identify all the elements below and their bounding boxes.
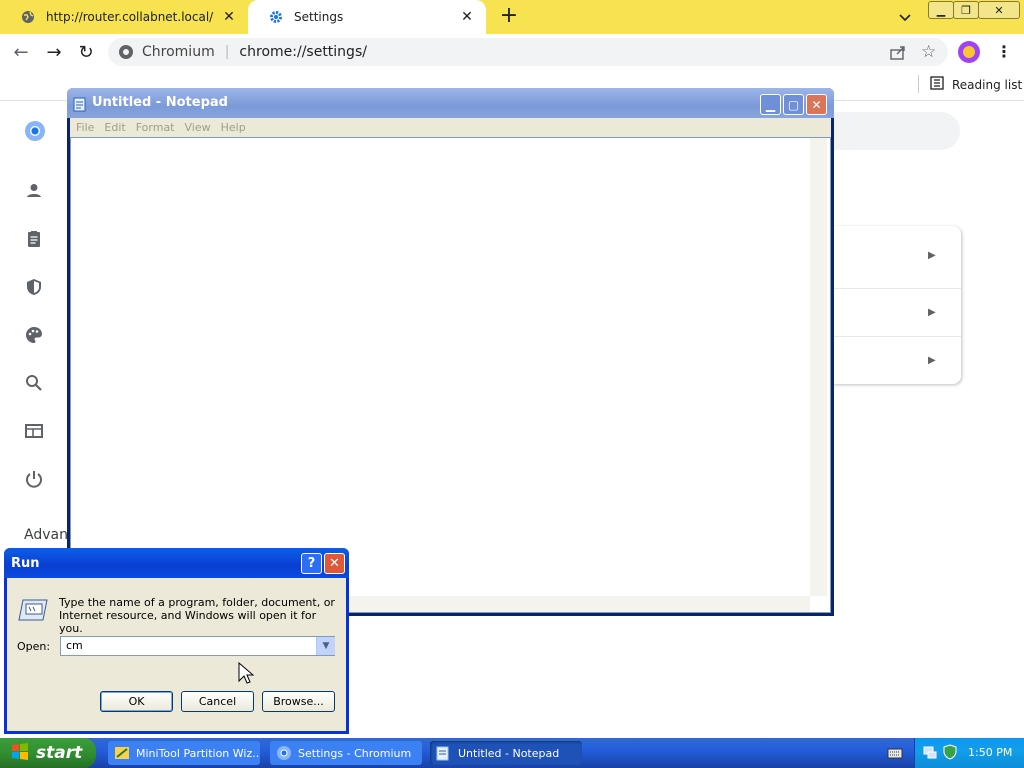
browser-window-icon[interactable] xyxy=(24,421,44,441)
gear-icon xyxy=(268,9,284,25)
mouse-cursor-icon xyxy=(238,661,255,689)
settings-card xyxy=(832,226,961,384)
browse-button[interactable]: Browse... xyxy=(262,691,335,712)
taskbar-item-label: Untitled - Notepad xyxy=(458,746,560,760)
chromium-logo-icon xyxy=(24,120,45,141)
autofill-icon[interactable] xyxy=(24,229,44,249)
open-input[interactable]: cm xyxy=(60,636,335,656)
reading-list-label: Reading list xyxy=(952,77,1023,92)
taskbar-item-label: MiniTool Partition Wiz... xyxy=(136,746,260,760)
notepad-icon xyxy=(73,96,87,115)
divider xyxy=(832,336,961,337)
close-button[interactable]: ✕ xyxy=(324,553,345,574)
reading-list-button[interactable]: Reading list xyxy=(930,76,1022,93)
minitool-icon xyxy=(114,745,130,761)
site-name: Chromium xyxy=(142,44,215,60)
help-button[interactable]: ? xyxy=(301,553,322,574)
reading-list-icon xyxy=(930,76,944,93)
start-button[interactable]: start xyxy=(0,738,96,768)
divider xyxy=(832,288,961,289)
back-icon[interactable]: ← xyxy=(10,41,32,63)
power-icon[interactable] xyxy=(24,469,44,489)
close-icon[interactable]: ✕ xyxy=(220,8,238,26)
shield-icon[interactable] xyxy=(24,277,44,297)
run-title: Run xyxy=(11,556,40,571)
taskbar-item-notepad[interactable]: Untitled - Notepad xyxy=(430,741,582,765)
reload-icon[interactable]: ↻ xyxy=(75,41,97,63)
chevron-down-icon[interactable] xyxy=(896,8,914,26)
bookmark-star-icon[interactable]: ☆ xyxy=(921,42,936,62)
clock: 1:50 PM xyxy=(968,746,1013,759)
taskbar-item-chromium[interactable]: Settings - Chromium xyxy=(270,741,422,765)
minimize-button[interactable]: ▁ xyxy=(928,1,954,19)
open-label: Open: xyxy=(17,640,51,653)
chromium-icon xyxy=(276,745,292,761)
menu-kebab-icon[interactable]: ⋮ xyxy=(996,42,1012,61)
search-icon[interactable] xyxy=(24,373,44,393)
notepad-window: Untitled - Notepad ▁ ▢ ✕ File Edit Forma… xyxy=(67,88,834,616)
menu-view[interactable]: View xyxy=(185,121,211,134)
cancel-button[interactable]: Cancel xyxy=(181,691,254,712)
network-icon[interactable] xyxy=(922,744,938,763)
forward-icon[interactable]: → xyxy=(43,41,65,63)
palette-icon[interactable] xyxy=(24,325,44,345)
run-program-icon xyxy=(17,598,49,622)
run-body: Type the name of a program, folder, docu… xyxy=(7,578,346,731)
menu-file[interactable]: File xyxy=(76,121,94,134)
chevron-down-icon[interactable]: ▼ xyxy=(316,637,335,655)
notepad-menubar: File Edit Format View Help xyxy=(70,118,831,137)
taskbar-item-label: Settings - Chromium xyxy=(298,746,412,760)
address-bar[interactable]: Chromium | chrome://settings/ xyxy=(108,38,948,66)
close-button[interactable]: ✕ xyxy=(806,94,827,115)
run-description: Type the name of a program, folder, docu… xyxy=(59,596,335,635)
url-text: chrome://settings/ xyxy=(239,44,367,60)
arrow-right-icon[interactable]: ▶ xyxy=(928,307,936,318)
arrow-right-icon[interactable]: ▶ xyxy=(928,250,936,261)
run-titlebar[interactable]: Run ? ✕ xyxy=(4,548,349,578)
share-icon[interactable] xyxy=(889,43,907,64)
divider xyxy=(918,75,919,93)
divider: | xyxy=(224,44,230,60)
menu-format[interactable]: Format xyxy=(136,121,175,134)
start-label: start xyxy=(36,743,83,763)
notepad-text-area[interactable] xyxy=(70,137,831,613)
menu-edit[interactable]: Edit xyxy=(104,121,125,134)
tab-settings[interactable]: Settings ✕ xyxy=(248,0,486,34)
run-dialog: Run ? ✕ Type the name of a program, fold… xyxy=(4,548,349,734)
close-icon[interactable]: ✕ xyxy=(458,8,476,26)
settings-search-input[interactable] xyxy=(830,112,960,150)
menu-help[interactable]: Help xyxy=(221,121,246,134)
vertical-scrollbar[interactable] xyxy=(810,138,827,596)
chromium-icon xyxy=(118,44,134,60)
new-tab-button[interactable]: + xyxy=(498,5,520,28)
tab-router[interactable]: http://router.collabnet.local/ ✕ xyxy=(0,0,248,34)
notepad-titlebar[interactable]: Untitled - Notepad ▁ ▢ ✕ xyxy=(67,88,834,118)
restore-button[interactable]: ❐ xyxy=(953,1,979,19)
windows-logo-icon xyxy=(10,742,30,765)
tab-label: http://router.collabnet.local/ xyxy=(46,10,214,24)
taskbar-item-minitool[interactable]: MiniTool Partition Wiz... xyxy=(108,741,260,765)
globe-icon xyxy=(20,9,36,25)
notepad-icon xyxy=(436,745,452,761)
minimize-button[interactable]: ▁ xyxy=(760,94,781,115)
shield-tray-icon[interactable] xyxy=(942,744,958,763)
notepad-title: Untitled - Notepad xyxy=(92,95,228,110)
person-icon[interactable] xyxy=(24,181,44,201)
arrow-right-icon[interactable]: ▶ xyxy=(928,355,936,366)
close-button[interactable]: ✕ xyxy=(978,1,1020,19)
maximize-button[interactable]: ▢ xyxy=(783,94,804,115)
keyboard-icon[interactable] xyxy=(887,746,903,763)
tab-label: Settings xyxy=(294,10,344,24)
avatar[interactable] xyxy=(958,41,980,63)
ok-button[interactable]: OK xyxy=(100,691,173,712)
